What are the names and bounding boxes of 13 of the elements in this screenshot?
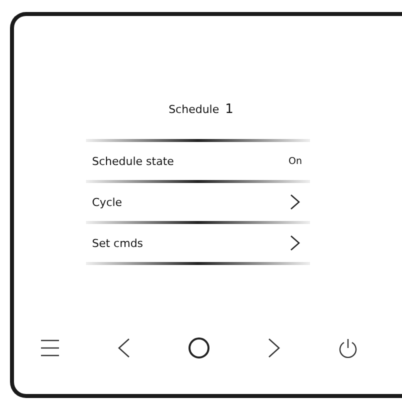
power-icon[interactable] [338,338,358,358]
row-label[interactable]: Cycle [92,196,122,208]
schedule-number: 1 [225,102,234,117]
chevron-right-icon[interactable] [268,338,280,358]
chevron-right-icon[interactable] [290,235,300,251]
menu-icon[interactable] [40,338,60,358]
home-circle-icon[interactable] [188,337,210,359]
row-label: Schedule state [92,154,174,168]
row-label[interactable]: Set cmds [92,236,144,250]
chevron-left-icon[interactable] [118,338,130,358]
row-value: On [288,156,302,166]
chevron-right-icon[interactable] [290,194,300,210]
screen-title: Schedule [168,103,220,116]
